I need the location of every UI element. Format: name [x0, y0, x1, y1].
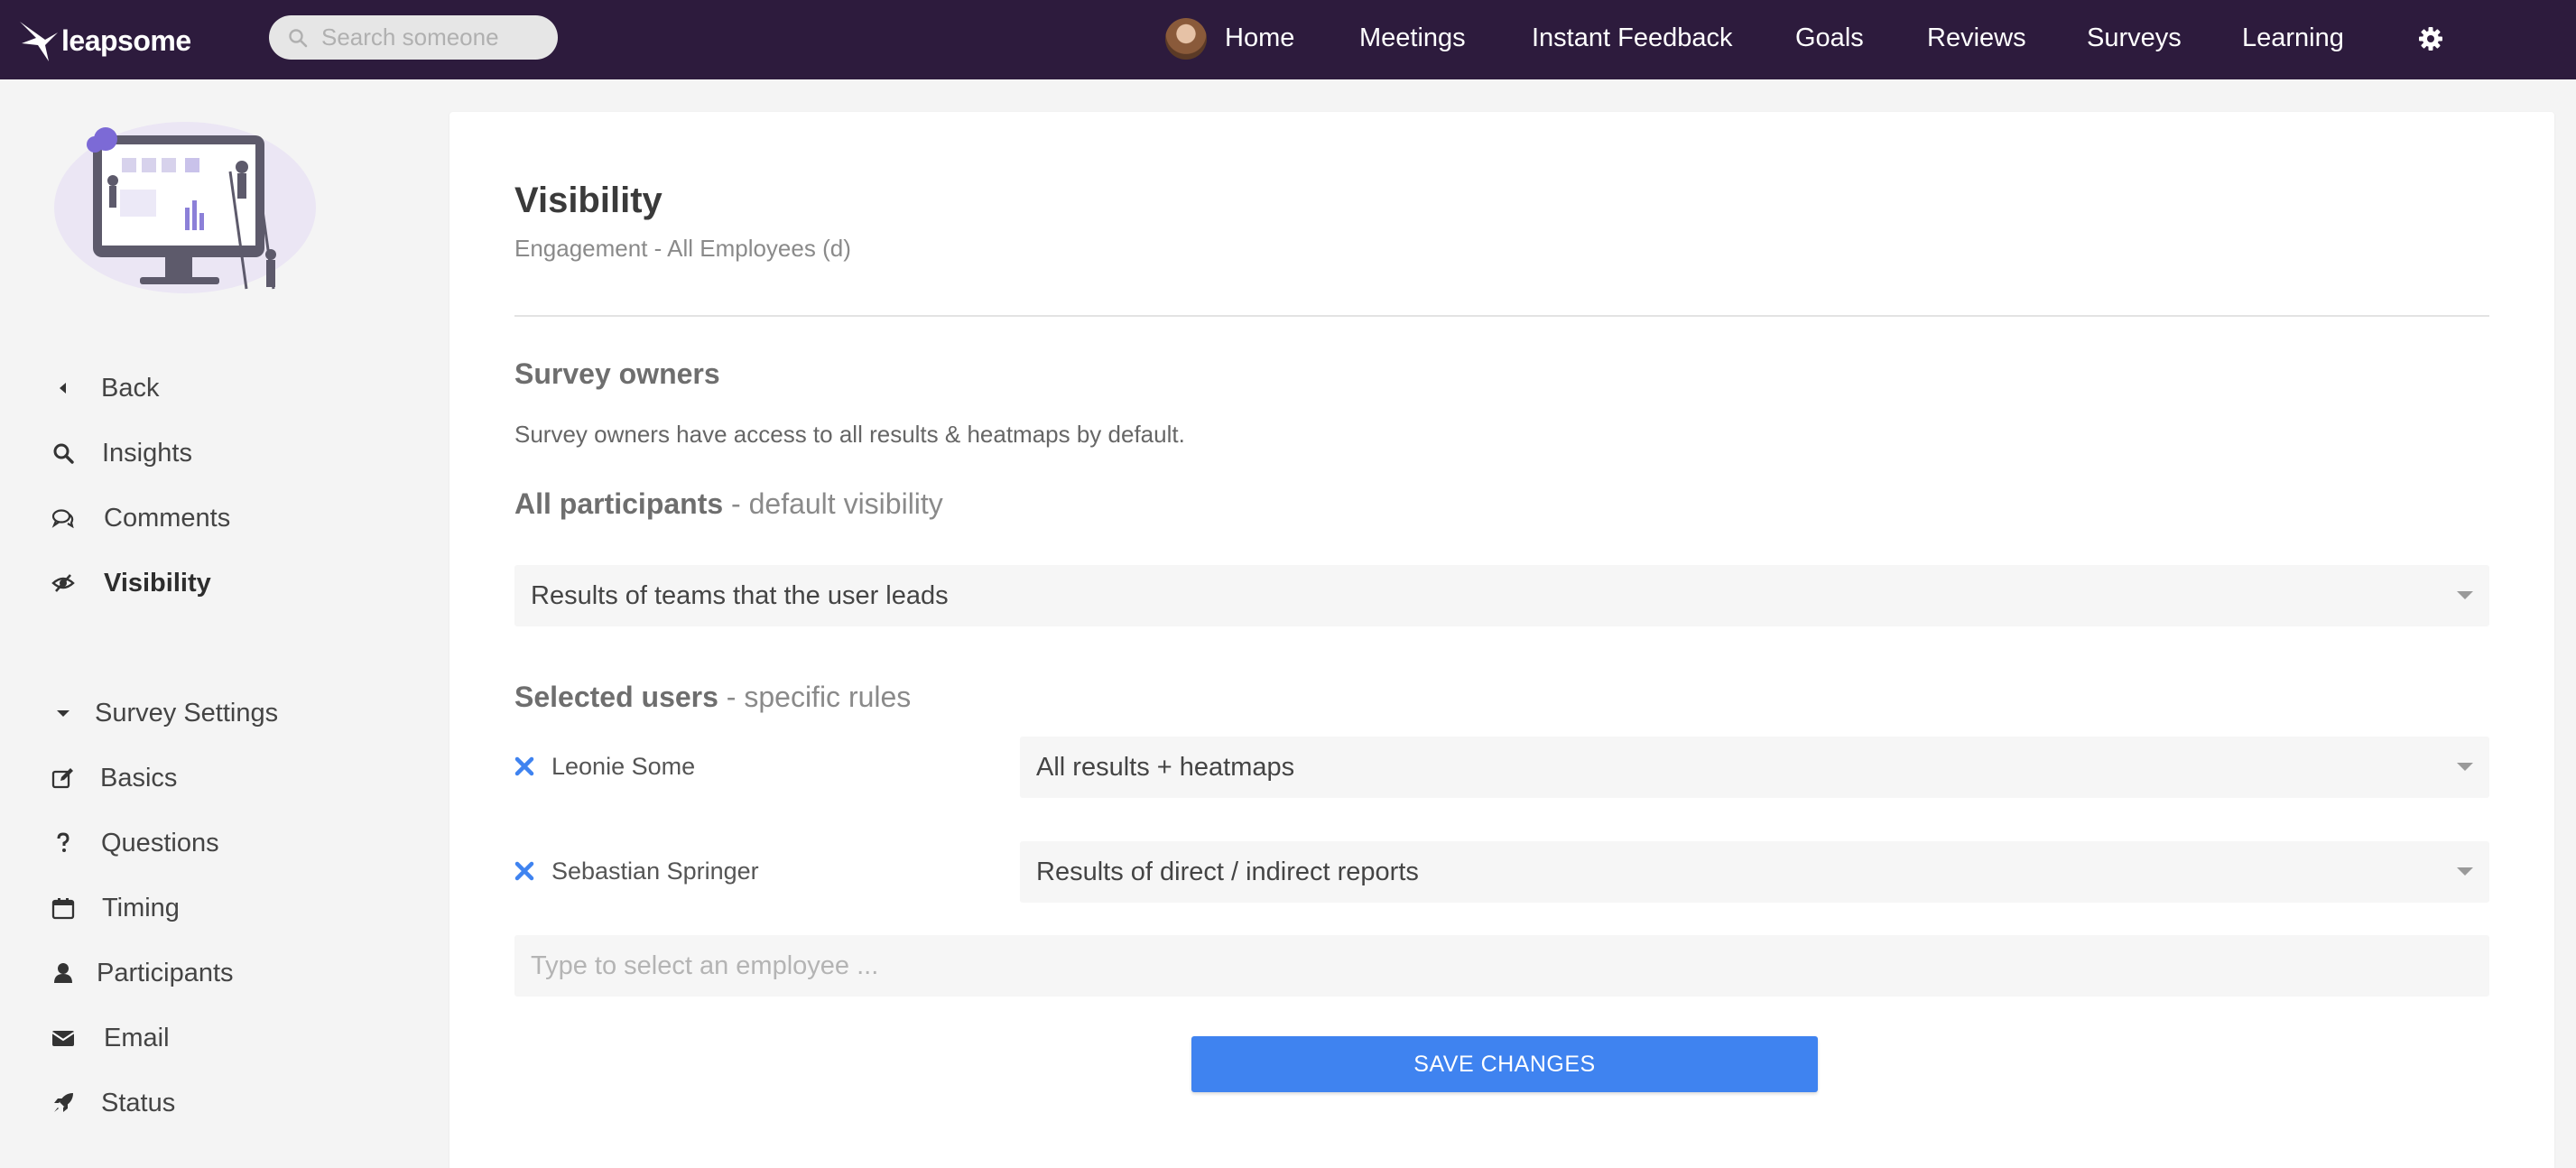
sidebar-item-status[interactable]: Status — [50, 1085, 175, 1121]
sidebar-item-visibility[interactable]: Visibility — [50, 565, 211, 601]
survey-owners-description: Survey owners have access to all results… — [514, 421, 1185, 448]
eye-slash-icon — [50, 570, 77, 597]
chevron-down-icon — [2457, 867, 2473, 876]
selected-users-heading: Selected users - specific rules — [514, 681, 912, 713]
sidebar-item-back[interactable]: Back — [50, 370, 159, 406]
nav-reviews[interactable]: Reviews — [1927, 23, 2026, 53]
edit-icon — [50, 765, 77, 792]
chevron-down-icon — [2457, 763, 2473, 771]
comments-icon — [50, 505, 77, 532]
caret-down-icon — [50, 700, 77, 727]
chevron-down-icon — [2457, 591, 2473, 599]
search-input[interactable] — [321, 23, 556, 51]
sidebar-item-insights[interactable]: Insights — [50, 435, 192, 471]
sidebar-item-label: Participants — [97, 958, 234, 987]
sidebar-item-label: Comments — [104, 503, 231, 533]
search-box[interactable] — [269, 15, 558, 60]
rocket-icon — [50, 1089, 77, 1117]
sidebar-section-survey-settings[interactable]: Survey Settings — [50, 695, 278, 731]
select-value: Results of teams that the user leads — [531, 580, 949, 610]
save-changes-button[interactable]: SAVE CHANGES — [1191, 1036, 1818, 1092]
divider — [514, 315, 2489, 317]
sidebar-item-email[interactable]: Email — [50, 1020, 170, 1056]
calendar-icon — [50, 895, 77, 922]
selected-user-name: Sebastian Springer — [551, 857, 759, 885]
nav-learning[interactable]: Learning — [2242, 23, 2344, 53]
sidebar-item-comments[interactable]: Comments — [50, 500, 230, 536]
nav-surveys[interactable]: Surveys — [2087, 23, 2182, 53]
sidebar-item-label: Insights — [102, 438, 192, 468]
gear-icon[interactable] — [2417, 25, 2444, 52]
remove-user-icon[interactable] — [514, 756, 534, 776]
question-icon — [50, 830, 77, 857]
visibility-card — [449, 112, 2554, 1168]
page-subtitle: Engagement - All Employees (d) — [514, 235, 851, 262]
select-value: Results of direct / indirect reports — [1036, 857, 1419, 886]
search-icon — [289, 28, 308, 47]
search-icon — [50, 440, 77, 467]
user-visibility-select[interactable]: All results + heatmaps — [1020, 737, 2489, 798]
caret-left-icon — [50, 375, 77, 402]
sidebar-item-label: Email — [104, 1023, 170, 1052]
sidebar-item-participants[interactable]: Participants — [50, 955, 234, 991]
sidebar-item-label: Status — [101, 1088, 176, 1117]
nav-home[interactable]: Home — [1225, 23, 1294, 53]
sidebar-item-label: Visibility — [104, 568, 211, 598]
select-value: All results + heatmaps — [1036, 752, 1295, 782]
leapsome-bird-icon — [20, 22, 58, 61]
user-icon — [50, 959, 77, 987]
sidebar-item-timing[interactable]: Timing — [50, 890, 180, 926]
sidebar-item-questions[interactable]: Questions — [50, 825, 219, 861]
survey-illustration — [54, 122, 316, 293]
sidebar-section-label: Survey Settings — [95, 698, 279, 728]
selected-user-name: Leonie Some — [551, 753, 696, 780]
nav-meetings[interactable]: Meetings — [1359, 23, 1466, 53]
page-title: Visibility — [514, 181, 663, 220]
remove-user-icon[interactable] — [514, 861, 534, 881]
nav-goals[interactable]: Goals — [1795, 23, 1864, 53]
default-visibility-select[interactable]: Results of teams that the user leads — [514, 565, 2489, 626]
sidebar-item-label: Questions — [101, 828, 219, 857]
user-avatar[interactable] — [1165, 18, 1207, 60]
user-visibility-select[interactable]: Results of direct / indirect reports — [1020, 841, 2489, 903]
brand-name: leapsome — [61, 23, 191, 57]
nav-instant-feedback[interactable]: Instant Feedback — [1532, 23, 1732, 53]
sidebar-item-label: Basics — [100, 763, 178, 793]
top-navigation-bar: leapsome Home Meetings Instant Feedback … — [0, 0, 2576, 79]
envelope-icon — [50, 1024, 77, 1052]
employee-search-input[interactable] — [514, 935, 2489, 997]
sidebar-item-basics[interactable]: Basics — [50, 760, 177, 796]
sidebar-item-label: Timing — [102, 893, 180, 922]
survey-owners-heading: Survey owners — [514, 357, 720, 390]
all-participants-heading: All participants - default visibility — [514, 487, 943, 520]
brand-logo[interactable]: leapsome — [18, 18, 191, 63]
sidebar-item-label: Back — [101, 373, 160, 403]
